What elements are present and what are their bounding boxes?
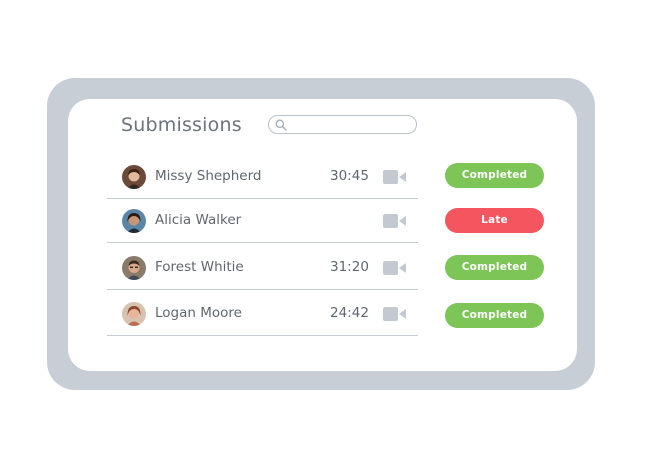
status-badge[interactable]: Completed bbox=[445, 163, 544, 188]
video-camera-icon[interactable] bbox=[383, 260, 406, 279]
row-divider bbox=[107, 289, 418, 290]
duration: 30:45 bbox=[330, 168, 369, 184]
submitter-name: Forest Whitie bbox=[155, 259, 244, 275]
row-divider bbox=[107, 335, 418, 336]
table-row[interactable]: Logan Moore 24:42 bbox=[107, 292, 418, 336]
status-badge[interactable]: Completed bbox=[445, 255, 544, 280]
status-badge[interactable]: Late bbox=[445, 208, 544, 233]
avatar bbox=[122, 209, 146, 233]
video-camera-icon[interactable] bbox=[383, 213, 406, 232]
row-divider bbox=[107, 242, 418, 243]
duration: 24:42 bbox=[330, 305, 369, 321]
page-title: Submissions bbox=[121, 114, 242, 136]
submitter-name: Missy Shepherd bbox=[155, 168, 262, 184]
avatar bbox=[122, 256, 146, 280]
submitter-name: Alicia Walker bbox=[155, 212, 242, 228]
video-camera-icon[interactable] bbox=[383, 169, 406, 188]
table-row[interactable]: Missy Shepherd 30:45 bbox=[107, 155, 418, 199]
avatar bbox=[122, 165, 146, 189]
search-input[interactable] bbox=[268, 115, 417, 134]
submitter-name: Logan Moore bbox=[155, 305, 242, 321]
status-badge[interactable]: Completed bbox=[445, 303, 544, 328]
table-row[interactable]: Forest Whitie 31:20 bbox=[107, 246, 418, 290]
duration: 31:20 bbox=[330, 259, 369, 275]
video-camera-icon[interactable] bbox=[383, 306, 406, 325]
search-icon bbox=[275, 119, 287, 131]
table-row[interactable]: Alicia Walker bbox=[107, 199, 418, 243]
avatar bbox=[122, 302, 146, 326]
